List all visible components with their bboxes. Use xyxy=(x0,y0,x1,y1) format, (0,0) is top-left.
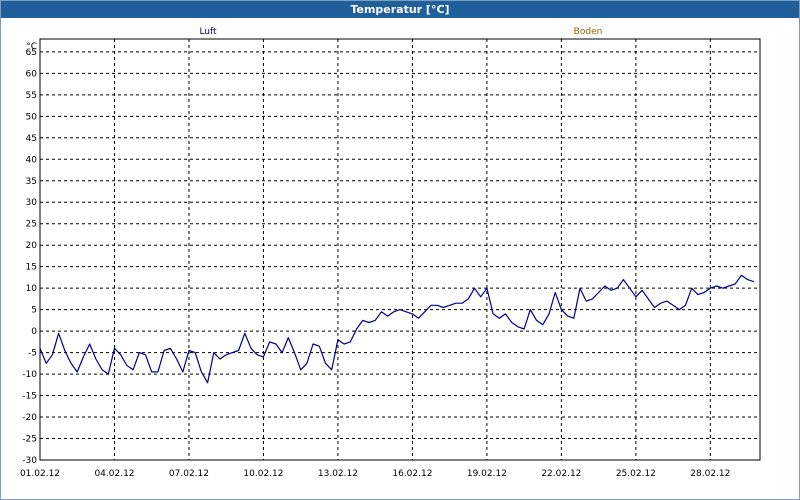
y-tick-label: 0 xyxy=(31,327,37,337)
y-tick-label: -30 xyxy=(22,456,37,466)
y-tick-label: -20 xyxy=(22,413,37,423)
legend-item-luft: Luft xyxy=(199,27,217,37)
x-tick-label: 19.02.12 xyxy=(467,469,507,479)
y-tick-label: 15 xyxy=(26,263,37,273)
x-tick-label: 28.02.12 xyxy=(690,469,730,479)
legend: Luft Boden xyxy=(199,27,602,37)
y-tick-label: 30 xyxy=(26,198,38,208)
x-tick-label: 01.02.12 xyxy=(20,469,60,479)
legend-item-boden: Boden xyxy=(574,27,603,37)
temperature-chart: 65605550454035302520151050-5-10-15-20-25… xyxy=(20,27,761,479)
y-tick-label: 35 xyxy=(26,177,37,187)
plot-area xyxy=(39,38,761,461)
x-tick-label: 22.02.12 xyxy=(541,469,581,479)
y-tick-label: 40 xyxy=(26,155,38,165)
y-tick-label: 5 xyxy=(31,306,37,316)
x-tick-label: 04.02.12 xyxy=(94,469,134,479)
y-tick-label: 60 xyxy=(26,69,38,79)
x-tick-label: 10.02.12 xyxy=(243,469,283,479)
x-tick-label: 16.02.12 xyxy=(392,469,432,479)
y-tick-label: 10 xyxy=(26,284,38,294)
y-tick-label: -5 xyxy=(28,349,37,359)
y-tick-label: 55 xyxy=(26,91,37,101)
y-tick-label: -10 xyxy=(22,370,37,380)
y-tick-label: 50 xyxy=(26,112,38,122)
y-tick-label: -25 xyxy=(22,435,37,445)
y-tick-label: 25 xyxy=(26,220,37,230)
x-tick-label: 13.02.12 xyxy=(318,469,358,479)
y-tick-label: -15 xyxy=(22,392,37,402)
y-tick-label: 20 xyxy=(26,241,38,251)
y-unit-label: °C xyxy=(26,42,37,52)
y-tick-label: 45 xyxy=(26,134,37,144)
x-tick-label: 07.02.12 xyxy=(169,469,209,479)
x-tick-label: 25.02.12 xyxy=(616,469,656,479)
